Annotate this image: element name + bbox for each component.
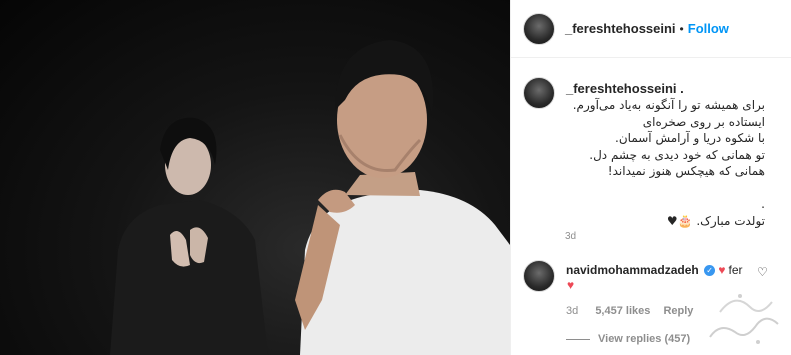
post-photo[interactable]	[0, 0, 510, 355]
comment-timestamp[interactable]: 3d	[566, 305, 578, 317]
comment-text: fer	[728, 263, 743, 277]
divider-line	[566, 338, 590, 340]
reply-button[interactable]: Reply	[663, 305, 693, 317]
caption-timestamp[interactable]: 3d	[565, 231, 576, 242]
caption-line: همانی که هیچکس هنوز نمیداند!	[607, 164, 765, 178]
post-username[interactable]: _fereshtehosseini	[565, 21, 676, 36]
follow-button[interactable]: Follow	[688, 21, 729, 36]
comment-meta: 3d 5,457 likes Reply	[566, 305, 693, 317]
comment-likes[interactable]: 5,457 likes	[595, 305, 650, 317]
post-header: _fereshtehosseini • Follow	[511, 0, 791, 58]
caption-line: تو همانی که خود دیدی به چشم دل.	[589, 147, 765, 162]
heart-outline-icon[interactable]: ♡	[757, 265, 768, 279]
photo-illustration	[110, 40, 510, 355]
watermark-logo	[709, 294, 779, 344]
caption-line: برای همیشه تو را آنگونه به‌یاد می‌آورم.	[572, 98, 765, 112]
heart-emoji: ♥	[718, 263, 726, 277]
separator-dot: •	[679, 21, 684, 36]
caption-line: ایستاده بر روی صخره‌ای	[642, 114, 765, 129]
view-replies-button[interactable]: View replies (457)	[566, 333, 690, 345]
caption-line	[555, 180, 765, 197]
caption-line: .	[761, 197, 765, 211]
caption-avatar[interactable]	[523, 77, 555, 109]
caption-line: با شکوه دریا و آرامش آسمان.	[615, 131, 765, 145]
caption-text: برای همیشه تو را آنگونه به‌یاد می‌آورم. …	[555, 97, 765, 229]
caption-line: تولدت مبارک. 🎂♥	[666, 213, 765, 228]
commenter-avatar[interactable]	[523, 260, 555, 292]
caption-username[interactable]: _fereshtehosseini .	[566, 81, 684, 96]
verified-badge-icon: ✓	[704, 265, 716, 277]
avatar[interactable]	[523, 12, 555, 45]
commenter-username[interactable]: navidmohammadzadeh	[566, 263, 699, 277]
heart-emoji: ♥	[567, 278, 575, 292]
view-replies-label: View replies (457)	[598, 333, 691, 345]
